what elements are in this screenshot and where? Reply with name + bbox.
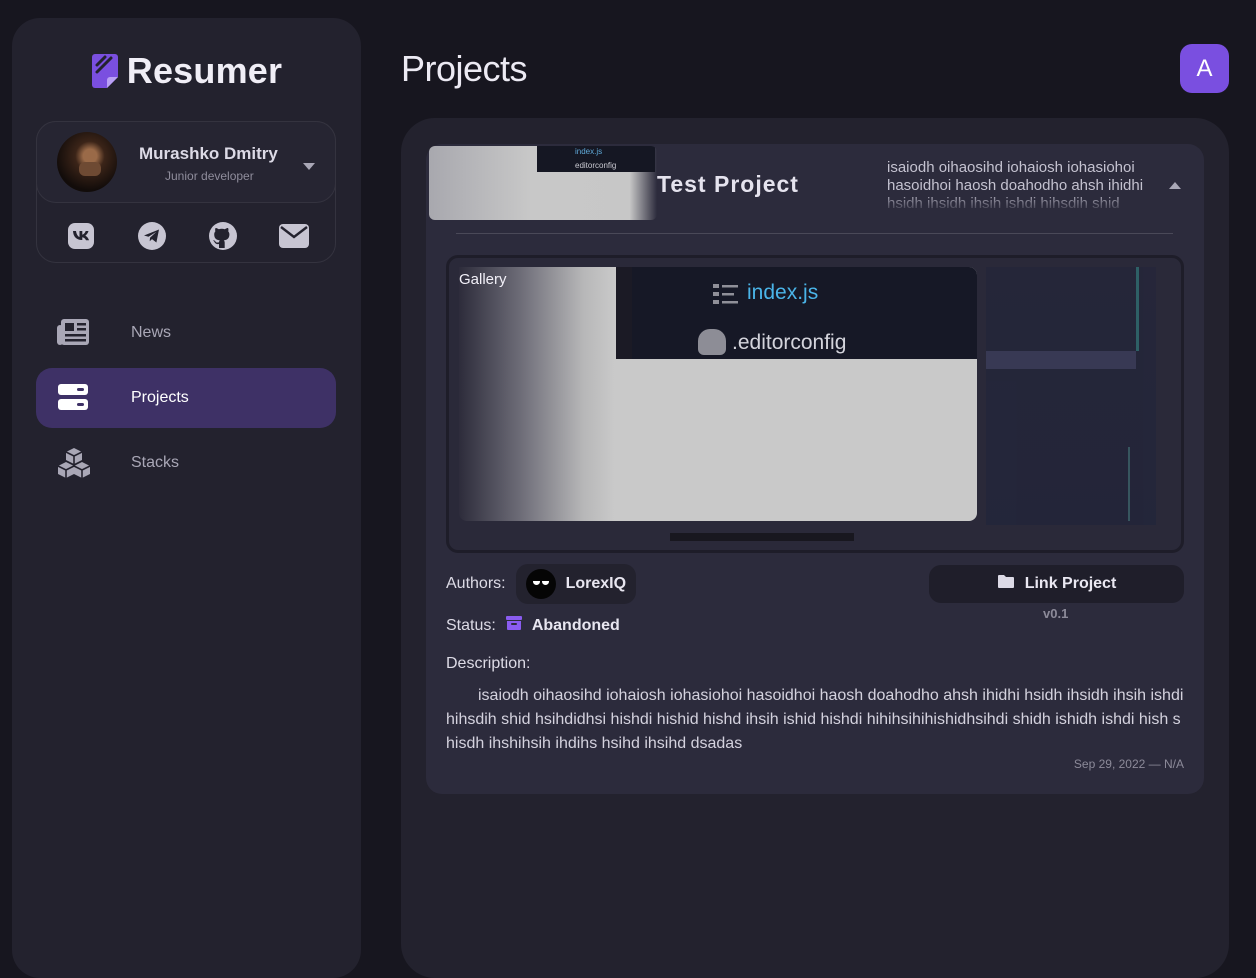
status-label: Status: [446,616,496,634]
project-snippet: isaiodh oihaosihd iohaiosh iohasiohoi ha… [887,159,1144,212]
status-row: Status: Abandoned [446,615,620,636]
gallery-label: Gallery [459,271,507,288]
link-project-button[interactable]: Link Project [929,565,1184,603]
nav-label: Stacks [131,454,180,471]
nav-item-news[interactable]: News [36,303,336,363]
app-logo[interactable]: Resumer [12,50,361,92]
description-label: Description: [446,655,531,672]
gallery-scrollbar[interactable] [670,533,854,541]
app-name: Resumer [126,50,283,91]
author-name: LorexIQ [565,575,627,592]
main-nav: News Projects Stacks [36,303,336,498]
user-menu-button[interactable]: A [1180,44,1229,93]
caret-down-icon[interactable] [302,158,316,176]
nav-label: Projects [131,389,189,406]
gallery-next-image[interactable] [986,267,1156,525]
gallery[interactable]: index.js .editorconfig Gallery [446,255,1184,553]
thumb-file: index.js [575,147,603,156]
page-title: Projects [401,48,528,89]
link-project-label: Link Project [1024,575,1117,592]
project-card-header[interactable]: index.js editorconfig Test Project isaio… [426,144,1204,234]
resume-icon [91,53,119,89]
cubes-icon [56,447,91,479]
vk-icon[interactable] [65,220,97,252]
chevron-up-icon[interactable] [1168,178,1182,196]
nav-item-projects[interactable]: Projects [36,368,336,428]
profile-header[interactable]: Murashko Dmitry Junior developer [36,121,336,203]
project-title: Test Project [657,171,799,197]
avatar [57,132,117,192]
author-chip[interactable]: LorexIQ [515,564,637,604]
gallery-file: index.js [747,281,819,304]
sidebar: Resumer Murashko Dmitry Junior developer [12,18,361,978]
project-card: index.js editorconfig Test Project isaio… [426,144,1204,794]
project-description: isaiodh oihaosihd iohaiosh iohasiohoi ha… [446,687,1184,752]
newspaper-icon [56,317,90,349]
avatar [525,569,556,599]
github-icon[interactable] [207,220,239,252]
social-links [37,216,337,256]
list-icon [713,283,739,310]
nav-item-stacks[interactable]: Stacks [36,433,336,493]
telegram-icon[interactable] [136,220,168,252]
gallery-file: .editorconfig [732,331,847,354]
profile-role: Junior developer [165,169,254,183]
project-dates: Sep 29, 2022 — N/A [1073,757,1184,771]
version-label: v0.1 [1043,606,1069,621]
mail-icon[interactable] [278,220,310,252]
archive-icon [505,615,522,636]
nav-label: News [131,324,172,341]
folder-icon [997,574,1015,594]
gallery-image[interactable]: index.js .editorconfig [459,267,977,521]
profile-name: Murashko Dmitry [139,144,278,163]
authors-label: Authors: [446,575,506,592]
server-icon [56,382,90,414]
status-badge: Abandoned [531,616,620,634]
authors-row: Authors: LorexIQ [446,564,637,604]
thumb-file: editorconfig [575,161,617,170]
rat-icon [698,329,726,355]
gallery-screen: index.js .editorconfig [616,267,977,359]
divider [456,233,1173,234]
thumbnail-screen: index.js editorconfig [537,146,655,172]
profile-card: Murashko Dmitry Junior developer [36,121,336,263]
project-thumbnail: index.js editorconfig [429,146,657,220]
